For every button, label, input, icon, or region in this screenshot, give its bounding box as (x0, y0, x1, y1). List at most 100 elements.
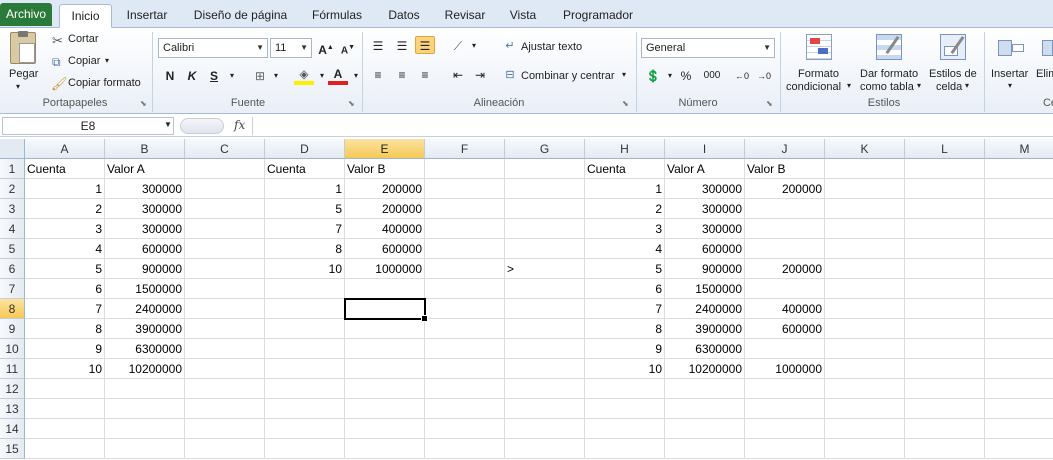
cell-m12[interactable] (985, 379, 1053, 399)
column-header-e[interactable]: E (345, 139, 425, 159)
cell-m7[interactable] (985, 279, 1053, 299)
scissors-icon[interactable]: ✂ (52, 33, 63, 49)
row-header-1[interactable]: 1 (0, 159, 25, 179)
cell-m8[interactable] (985, 299, 1053, 319)
cell-m9[interactable] (985, 319, 1053, 339)
cell-d8[interactable] (265, 299, 345, 319)
cell-k3[interactable] (825, 199, 905, 219)
cell-h6[interactable]: 5 (585, 259, 665, 279)
cell-k1[interactable] (825, 159, 905, 179)
cell-c13[interactable] (185, 399, 265, 419)
cell-j2[interactable]: 200000 (745, 179, 825, 199)
cell-d2[interactable]: 1 (265, 179, 345, 199)
tab-diseno-pagina[interactable]: Diseño de página (183, 4, 298, 28)
cell-h12[interactable] (585, 379, 665, 399)
cell-l3[interactable] (905, 199, 985, 219)
cell-k12[interactable] (825, 379, 905, 399)
cell-a2[interactable]: 1 (25, 179, 105, 199)
column-header-l[interactable]: L (905, 139, 985, 159)
cell-h10[interactable]: 9 (585, 339, 665, 359)
cell-f4[interactable] (425, 219, 505, 239)
cell-l5[interactable] (905, 239, 985, 259)
cell-e7[interactable] (345, 279, 425, 299)
format-as-table-label-1[interactable]: Dar formato (860, 68, 918, 80)
cell-d15[interactable] (265, 439, 345, 459)
font-name-select[interactable]: Calibri ▼ (158, 38, 268, 58)
cell-k13[interactable] (825, 399, 905, 419)
row-header-12[interactable]: 12 (0, 379, 25, 399)
row-header-3[interactable]: 3 (0, 199, 25, 219)
tab-vista[interactable]: Vista (499, 4, 547, 28)
column-header-f[interactable]: F (425, 139, 505, 159)
cell-g15[interactable] (505, 439, 585, 459)
align-middle-icon[interactable]: ☰ (392, 37, 412, 55)
cell-l7[interactable] (905, 279, 985, 299)
paste-dropdown-icon[interactable]: ▾ (16, 82, 20, 91)
cell-a14[interactable] (25, 419, 105, 439)
alignment-launcher-icon[interactable]: ⬊ (622, 99, 629, 108)
cell-styles-label-1[interactable]: Estilos de (929, 68, 977, 80)
merge-center-button[interactable]: Combinar y centrar (521, 70, 615, 82)
cell-b9[interactable]: 3900000 (105, 319, 185, 339)
cell-a1[interactable]: Cuenta (25, 159, 105, 179)
cell-l1[interactable] (905, 159, 985, 179)
cell-h4[interactable]: 3 (585, 219, 665, 239)
cell-l2[interactable] (905, 179, 985, 199)
cell-a11[interactable]: 10 (25, 359, 105, 379)
cell-k5[interactable] (825, 239, 905, 259)
cell-g14[interactable] (505, 419, 585, 439)
font-color-dropdown-icon[interactable]: ▾ (346, 67, 366, 85)
cell-h8[interactable]: 7 (585, 299, 665, 319)
align-bottom-icon[interactable]: ☰ (415, 36, 435, 54)
wrap-text-button[interactable]: Ajustar texto (521, 41, 582, 53)
cell-k15[interactable] (825, 439, 905, 459)
column-header-h[interactable]: H (585, 139, 665, 159)
cell-a4[interactable]: 3 (25, 219, 105, 239)
cell-j15[interactable] (745, 439, 825, 459)
cell-g2[interactable] (505, 179, 585, 199)
cell-g3[interactable] (505, 199, 585, 219)
cell-h11[interactable]: 10 (585, 359, 665, 379)
merge-center-icon[interactable]: ⊟ (500, 66, 520, 84)
cell-i15[interactable] (665, 439, 745, 459)
cell-m2[interactable] (985, 179, 1053, 199)
cell-j7[interactable] (745, 279, 825, 299)
row-header-8[interactable]: 8 (0, 299, 25, 319)
cell-d5[interactable]: 8 (265, 239, 345, 259)
cell-c15[interactable] (185, 439, 265, 459)
cell-b11[interactable]: 10200000 (105, 359, 185, 379)
format-painter-button[interactable]: Copiar formato (68, 77, 141, 89)
cell-b14[interactable] (105, 419, 185, 439)
delete-cells-icon[interactable] (1040, 36, 1053, 60)
cell-m5[interactable] (985, 239, 1053, 259)
cell-j11[interactable]: 1000000 (745, 359, 825, 379)
cell-i13[interactable] (665, 399, 745, 419)
cell-h14[interactable] (585, 419, 665, 439)
cell-l15[interactable] (905, 439, 985, 459)
cell-c2[interactable] (185, 179, 265, 199)
cell-a5[interactable]: 4 (25, 239, 105, 259)
cell-j1[interactable]: Valor B (745, 159, 825, 179)
insert-cells-button[interactable]: Insertar (991, 68, 1028, 80)
cell-e9[interactable] (345, 319, 425, 339)
row-header-15[interactable]: 15 (0, 439, 25, 459)
column-header-c[interactable]: C (185, 139, 265, 159)
cell-k14[interactable] (825, 419, 905, 439)
cell-m11[interactable] (985, 359, 1053, 379)
cell-m15[interactable] (985, 439, 1053, 459)
cell-c10[interactable] (185, 339, 265, 359)
cell-i11[interactable]: 10200000 (665, 359, 745, 379)
cell-j5[interactable] (745, 239, 825, 259)
cell-i2[interactable]: 300000 (665, 179, 745, 199)
cell-e10[interactable] (345, 339, 425, 359)
cell-i4[interactable]: 300000 (665, 219, 745, 239)
cell-d6[interactable]: 10 (265, 259, 345, 279)
cell-a10[interactable]: 9 (25, 339, 105, 359)
cell-f12[interactable] (425, 379, 505, 399)
italic-button[interactable]: K (182, 67, 202, 85)
row-header-10[interactable]: 10 (0, 339, 25, 359)
cell-f1[interactable] (425, 159, 505, 179)
cell-i14[interactable] (665, 419, 745, 439)
cell-i10[interactable]: 6300000 (665, 339, 745, 359)
cell-a3[interactable]: 2 (25, 199, 105, 219)
